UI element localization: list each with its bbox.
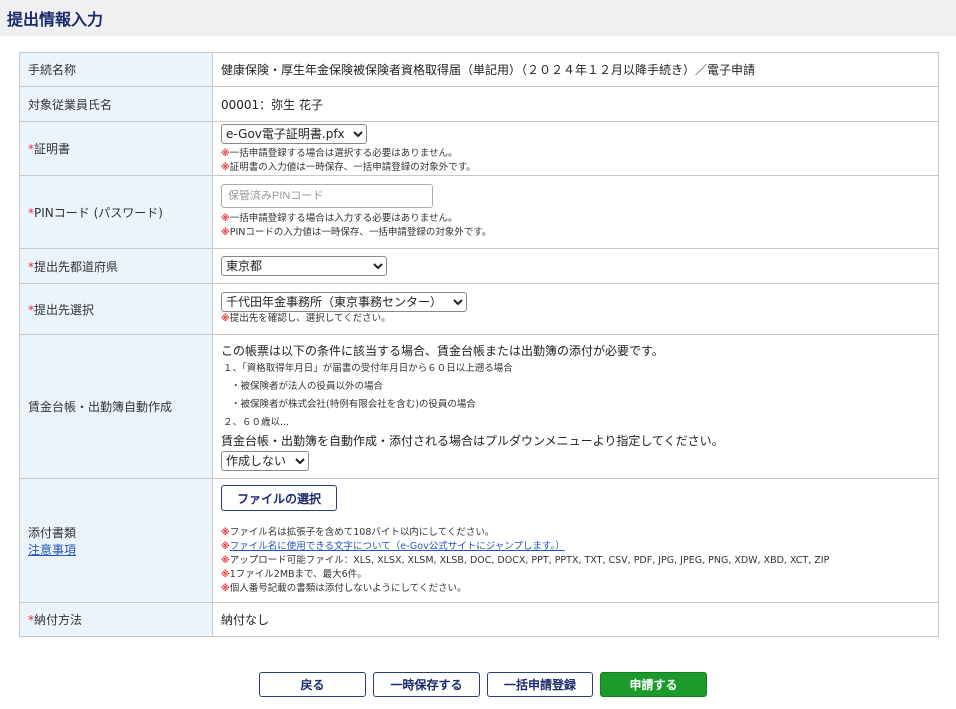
certificate-cell: e-Gov電子証明書.pfx ※一括申請登録する場合は選択する必要はありません。… (212, 121, 939, 176)
wage-instruction: 賃金台帳・出勤簿を自動作成・添付される場合はプルダウンメニューより指定してくださ… (221, 434, 724, 448)
label-wage-ledger: 賃金台帳・出勤簿自動作成 (19, 334, 213, 479)
row-certificate: *証明書 e-Gov電子証明書.pfx ※一括申請登録する場合は選択する必要はあ… (19, 121, 939, 176)
prefecture-cell: 東京都 (212, 248, 939, 284)
note-line: ※ファイル名に使用できる文字について（e-Gov公式サイトにジャンプします。） (221, 540, 930, 554)
label-pin-text: PINコード (パスワード) (34, 205, 163, 220)
apply-button[interactable]: 申請する (600, 672, 707, 697)
note-text: 一括申請登録する場合は選択する必要はありません。 (229, 148, 458, 159)
pin-input[interactable] (221, 184, 433, 208)
label-attachment-text: 添付書類 (28, 525, 77, 540)
note-line: ※PINコードの入力値は一時保存、一括申請登録の対象外です。 (221, 226, 930, 240)
label-certificate-text: 証明書 (34, 142, 71, 156)
destination-notes: ※提出先を確認し、選択してください。 (221, 312, 930, 326)
label-payment-text: 納付方法 (34, 613, 83, 627)
note-mark-icon: ※ (221, 149, 230, 159)
row-employee: 対象従業員氏名 00001：弥生 花子 (19, 86, 939, 122)
procedure-name: 健康保険・厚生年金保険被保険者資格取得届（単記用）（２０２４年１２月以降手続き）… (212, 52, 939, 87)
note-text: PINコードの入力値は一時保存、一括申請登録の対象外です。 (229, 227, 492, 238)
label-destination-text: 提出先選択 (34, 302, 95, 317)
note-mark-icon: ※ (221, 528, 230, 538)
pin-notes: ※一括申請登録する場合は入力する必要はありません。 ※PINコードの入力値は一時… (221, 212, 930, 240)
note-mark-icon: ※ (221, 570, 230, 580)
note-line: ※証明書の入力値は一時保存、一括申請登録の対象外です。 (221, 161, 930, 175)
note-text: ファイル名は拡張子を含めて108バイト以内にしてください。 (229, 527, 495, 538)
row-attachment: 添付書類 注意事項 ファイルの選択 ※ファイル名は拡張子を含めて108バイト以内… (19, 478, 939, 603)
wage-cell: この帳票は以下の条件に該当する場合、賃金台帳または出勤簿の添付が必要です。 １、… (212, 334, 939, 479)
note-mark-icon: ※ (221, 314, 230, 324)
wage-intro: この帳票は以下の条件に該当する場合、賃金台帳または出勤簿の添付が必要です。 (221, 344, 664, 358)
label-pin: *PINコード (パスワード) (19, 175, 213, 249)
note-mark-icon: ※ (221, 163, 230, 173)
note-mark-icon: ※ (221, 214, 230, 224)
employee-name: 00001：弥生 花子 (212, 86, 939, 122)
note-line: ※個人番号記載の書類は添付しないようにしてください。 (221, 582, 930, 596)
label-attachment: 添付書類 注意事項 (19, 478, 213, 603)
action-bar: 戻る 一時保存する 一括申請登録 申請する (259, 672, 714, 697)
prefecture-select[interactable]: 東京都 (221, 256, 387, 276)
note-line: ※1ファイル2MBまで、最大6件。 (221, 568, 930, 582)
note-mark-icon: ※ (221, 584, 230, 594)
note-line: ※一括申請登録する場合は入力する必要はありません。 (221, 212, 930, 226)
note-mark-icon: ※ (221, 228, 230, 238)
note-text: 提出先を確認し、選択してください。 (229, 313, 391, 324)
note-text: 個人番号記載の書類は添付しないようにしてください。 (229, 583, 467, 594)
attachment-notes: ※ファイル名は拡張子を含めて108バイト以内にしてください。 ※ファイル名に使用… (221, 526, 930, 596)
note-line: ※アップロード可能ファイル：XLS, XLSX, XLSM, XLSB, DOC… (221, 554, 930, 568)
note-mark-icon: ※ (221, 556, 230, 566)
attachment-cell: ファイルの選択 ※ファイル名は拡張子を含めて108バイト以内にしてください。 ※… (212, 478, 939, 603)
submission-form: 手続名称 健康保険・厚生年金保険被保険者資格取得届（単記用）（２０２４年１２月以… (19, 52, 939, 637)
note-line: ※提出先を確認し、選択してください。 (221, 312, 930, 326)
note-line: ※一括申請登録する場合は選択する必要はありません。 (221, 147, 930, 161)
pin-cell: ※一括申請登録する場合は入力する必要はありません。 ※PINコードの入力値は一時… (212, 175, 939, 249)
page-header: 提出情報入力 (0, 0, 956, 36)
label-certificate: *証明書 (19, 121, 213, 176)
note-text: アップロード可能ファイル：XLS, XLSX, XLSM, XLSB, DOC,… (229, 555, 830, 566)
wage-condition-1a: ・被保険者が法人の役員以外の場合 (231, 381, 384, 392)
note-line: ※ファイル名は拡張子を含めて108バイト以内にしてください。 (221, 526, 930, 540)
wage-auto-create-select[interactable]: 作成しない (221, 451, 309, 471)
note-text: 1ファイル2MBまで、最大6件。 (229, 569, 367, 580)
back-button[interactable]: 戻る (259, 672, 366, 697)
destination-cell: 千代田年金事務所（東京事務センター） ※提出先を確認し、選択してください。 (212, 283, 939, 335)
certificate-select[interactable]: e-Gov電子証明書.pfx (221, 124, 367, 144)
certificate-notes: ※一括申請登録する場合は選択する必要はありません。 ※証明書の入力値は一時保存、… (221, 147, 930, 175)
wage-condition-1b: ・被保険者が株式会社(特例有限会社を含む)の役員の場合 (231, 399, 476, 410)
row-destination: *提出先選択 千代田年金事務所（東京事務センター） ※提出先を確認し、選択してく… (19, 283, 939, 335)
note-text: 一括申請登録する場合は入力する必要はありません。 (229, 213, 458, 224)
row-payment: *納付方法 納付なし (19, 602, 939, 637)
row-pin: *PINコード (パスワード) ※一括申請登録する場合は入力する必要はありません… (19, 175, 939, 249)
egov-charset-link[interactable]: ファイル名に使用できる文字について（e-Gov公式サイトにジャンプします。） (230, 541, 565, 552)
label-procedure: 手続名称 (19, 52, 213, 87)
row-wage-ledger: 賃金台帳・出勤簿自動作成 この帳票は以下の条件に該当する場合、賃金台帳または出勤… (19, 334, 939, 479)
wage-condition-2: ２、６０歳以... (223, 417, 290, 428)
destination-select[interactable]: 千代田年金事務所（東京事務センター） (221, 292, 467, 312)
label-prefecture-text: 提出先都道府県 (34, 259, 119, 274)
temp-save-button[interactable]: 一時保存する (373, 672, 480, 697)
label-destination: *提出先選択 (19, 283, 213, 335)
row-prefecture: *提出先都道府県 東京都 (19, 248, 939, 284)
wage-condition-1: １、「資格取得年月日」が届書の受付年月日から６０日以上遡る場合 (223, 363, 513, 374)
label-employee: 対象従業員氏名 (19, 86, 213, 122)
payment-method: 納付なし (212, 602, 939, 637)
note-mark-icon: ※ (221, 542, 230, 552)
select-file-button[interactable]: ファイルの選択 (221, 485, 337, 511)
label-payment: *納付方法 (19, 602, 213, 637)
page-title: 提出情報入力 (7, 10, 104, 29)
note-text: 証明書の入力値は一時保存、一括申請登録の対象外です。 (229, 162, 476, 173)
caution-link[interactable]: 注意事項 (28, 543, 76, 557)
row-procedure: 手続名称 健康保険・厚生年金保険被保険者資格取得届（単記用）（２０２４年１２月以… (19, 52, 939, 87)
label-prefecture: *提出先都道府県 (19, 248, 213, 284)
batch-register-button[interactable]: 一括申請登録 (487, 672, 593, 697)
